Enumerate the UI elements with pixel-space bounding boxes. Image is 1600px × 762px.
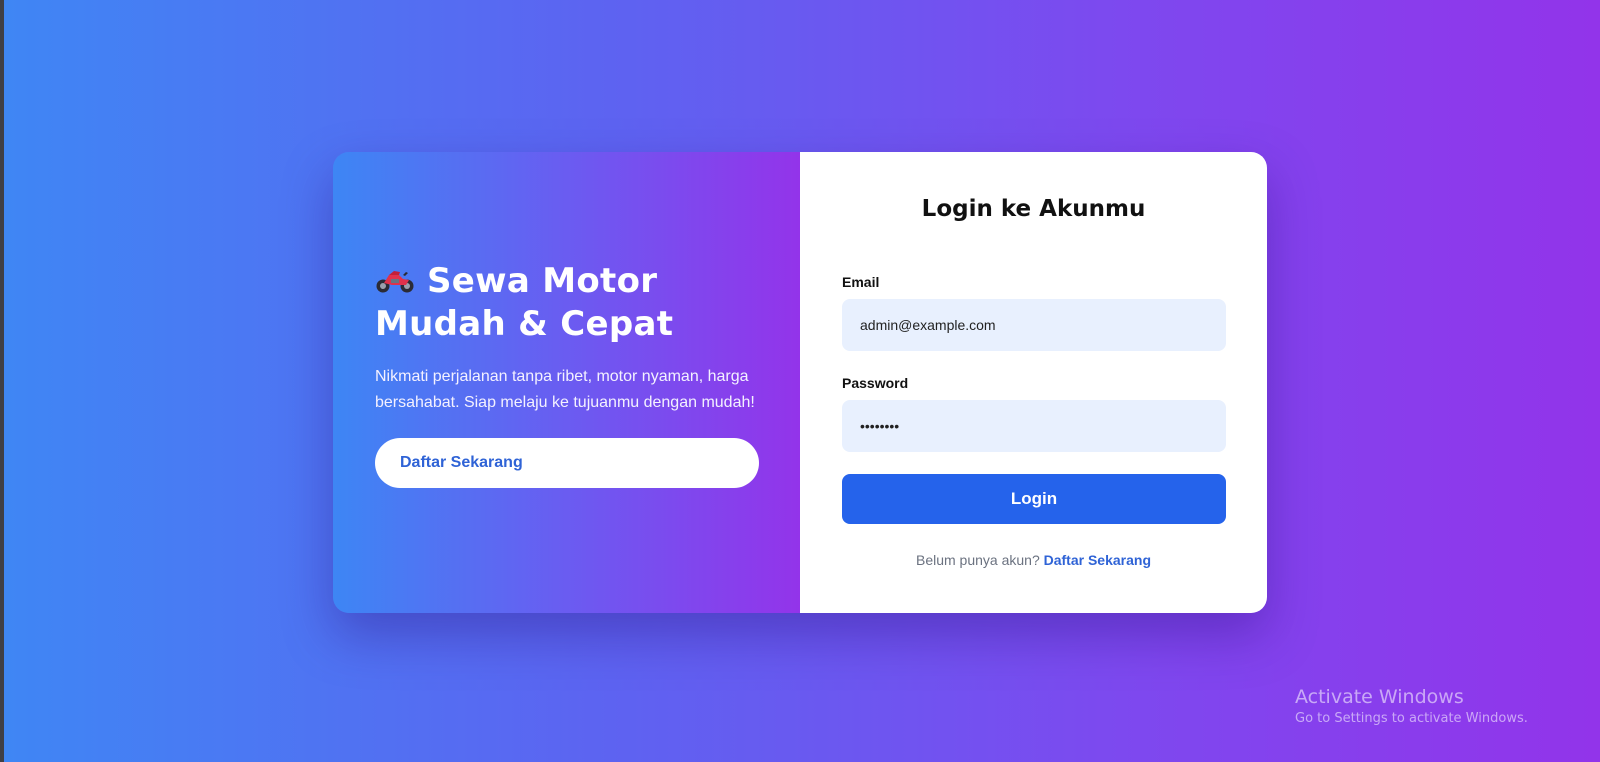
email-group: Email [842, 274, 1226, 351]
login-card: Sewa Motor Mudah & Cepat Nikmati perjala… [333, 152, 1267, 613]
watermark-subtitle: Go to Settings to activate Windows. [1295, 711, 1528, 726]
password-label: Password [842, 375, 909, 391]
hero-title: Sewa Motor Mudah & Cepat [375, 261, 674, 344]
email-field[interactable] [842, 299, 1226, 351]
hero-description: Nikmati perjalanan tanpa ribet, motor ny… [375, 368, 755, 411]
login-button[interactable]: Login [842, 474, 1226, 524]
signup-prompt-row: Belum punya akun? Daftar Sekarang [842, 552, 1225, 568]
hero-panel: Sewa Motor Mudah & Cepat Nikmati perjala… [333, 152, 800, 613]
windows-activation-watermark: Activate Windows Go to Settings to activ… [1295, 684, 1528, 728]
signup-prompt-text: Belum punya akun? [915, 552, 1044, 568]
signup-link[interactable]: Daftar Sekarang [1044, 552, 1151, 568]
motorcycle-icon [376, 271, 414, 293]
login-form-panel: Login ke Akunmu Email Password Login Bel… [800, 152, 1267, 613]
watermark-title: Activate Windows [1295, 686, 1464, 708]
password-group: Password [842, 375, 1226, 452]
password-field[interactable] [842, 400, 1226, 452]
register-button[interactable]: Daftar Sekarang [375, 438, 759, 488]
form-title: Login ke Akunmu [921, 196, 1146, 222]
hero-title-block: Sewa Motor Mudah & Cepat [375, 260, 758, 346]
email-label: Email [842, 274, 880, 290]
